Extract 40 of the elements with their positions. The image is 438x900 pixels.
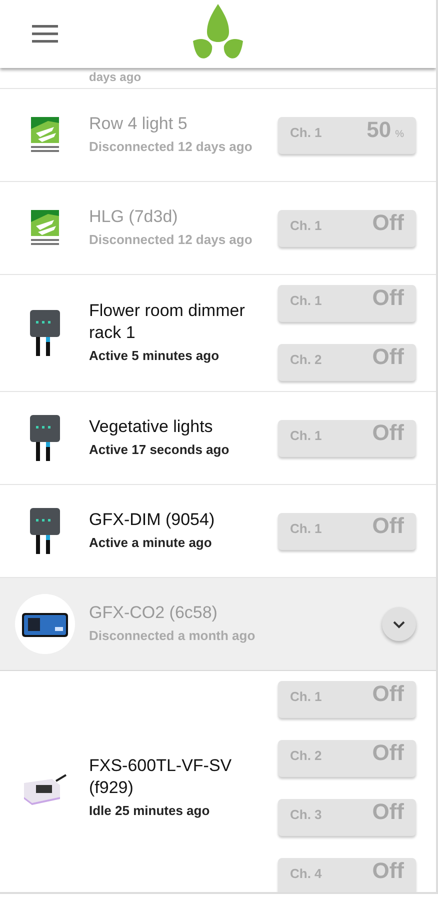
- device-name: GFX-DIM (9054): [89, 508, 216, 530]
- sensor-device-icon: [14, 594, 74, 654]
- channel-button[interactable]: Ch. 1 Off: [278, 420, 416, 456]
- channel-button[interactable]: Ch. 3 Off: [278, 799, 416, 836]
- device-status: Active 5 minutes ago: [89, 346, 220, 365]
- leaf-logo-icon: [193, 4, 243, 60]
- channel-button[interactable]: Ch. 1 Off: [278, 512, 416, 550]
- device-row[interactable]: FXS-600TL-VF-SV (f929) Idle 25 minutes ago Ch. 1 Off Ch. 2 Off Ch. 3 Off Ch. 4 Off: [0, 671, 436, 892]
- channel-button[interactable]: Ch. 1 50 %: [278, 116, 416, 154]
- device-row[interactable]: GFX-CO2 (6c58) Disconnected a month ago: [0, 578, 436, 671]
- device-name: Vegetative lights: [89, 416, 214, 438]
- device-row[interactable]: HLG (7d3d) Disconnected 12 days ago Ch. 1 Off: [0, 182, 436, 275]
- channel-button[interactable]: Ch. 1 Off: [278, 210, 416, 246]
- device-status: Disconnected 12 days ago: [89, 230, 254, 249]
- dimmer-box-icon: [28, 506, 62, 556]
- channel-button[interactable]: Ch. 2 Off: [278, 344, 416, 381]
- device-status: Active a minute ago: [89, 534, 213, 552]
- device-status: Active 17 seconds ago: [89, 440, 230, 459]
- device-name: HLG (7d3d): [89, 206, 179, 228]
- channel-button[interactable]: Ch. 1 Off: [278, 681, 416, 718]
- device-status: Idle 25 minutes ago: [89, 802, 211, 820]
- device-name: GFX-CO2 (6c58): [89, 602, 218, 624]
- device-status: Disconnected a month ago: [89, 626, 256, 645]
- device-status: Disconnected 12 days ago: [89, 138, 254, 156]
- channel-button[interactable]: Ch. 4 Off: [278, 858, 416, 892]
- channel-button[interactable]: Ch. 1 Off: [278, 285, 416, 322]
- device-name: Flower room dimmer rack 1: [89, 300, 246, 344]
- channel-button[interactable]: Ch. 2 Off: [278, 740, 416, 777]
- device-name: FXS-600TL-VF-SV (f929): [89, 754, 233, 798]
- device-row[interactable]: Vegetative lights Active 17 seconds ago Ch. 1 Off: [0, 392, 436, 485]
- device-row[interactable]: Row 4 light 5 Disconnected 12 days ago Ch. 1 50 %: [0, 89, 436, 182]
- device-row[interactable]: GFX-DIM (9054) Active a minute ago Ch. 1 Off: [0, 485, 436, 578]
- expand-button[interactable]: [382, 607, 416, 641]
- dimmer-box-icon: [28, 308, 62, 358]
- menu-icon[interactable]: [32, 25, 58, 43]
- chevron-down-icon: [392, 620, 406, 628]
- dimmer-box-icon: [28, 413, 62, 463]
- device-status: days ago: [89, 70, 142, 84]
- device-row[interactable]: Flower room dimmer rack 1 Active 5 minutes ago Ch. 1 Off Ch. 2 Off: [0, 275, 436, 392]
- device-name: Row 4 light 5: [89, 112, 188, 134]
